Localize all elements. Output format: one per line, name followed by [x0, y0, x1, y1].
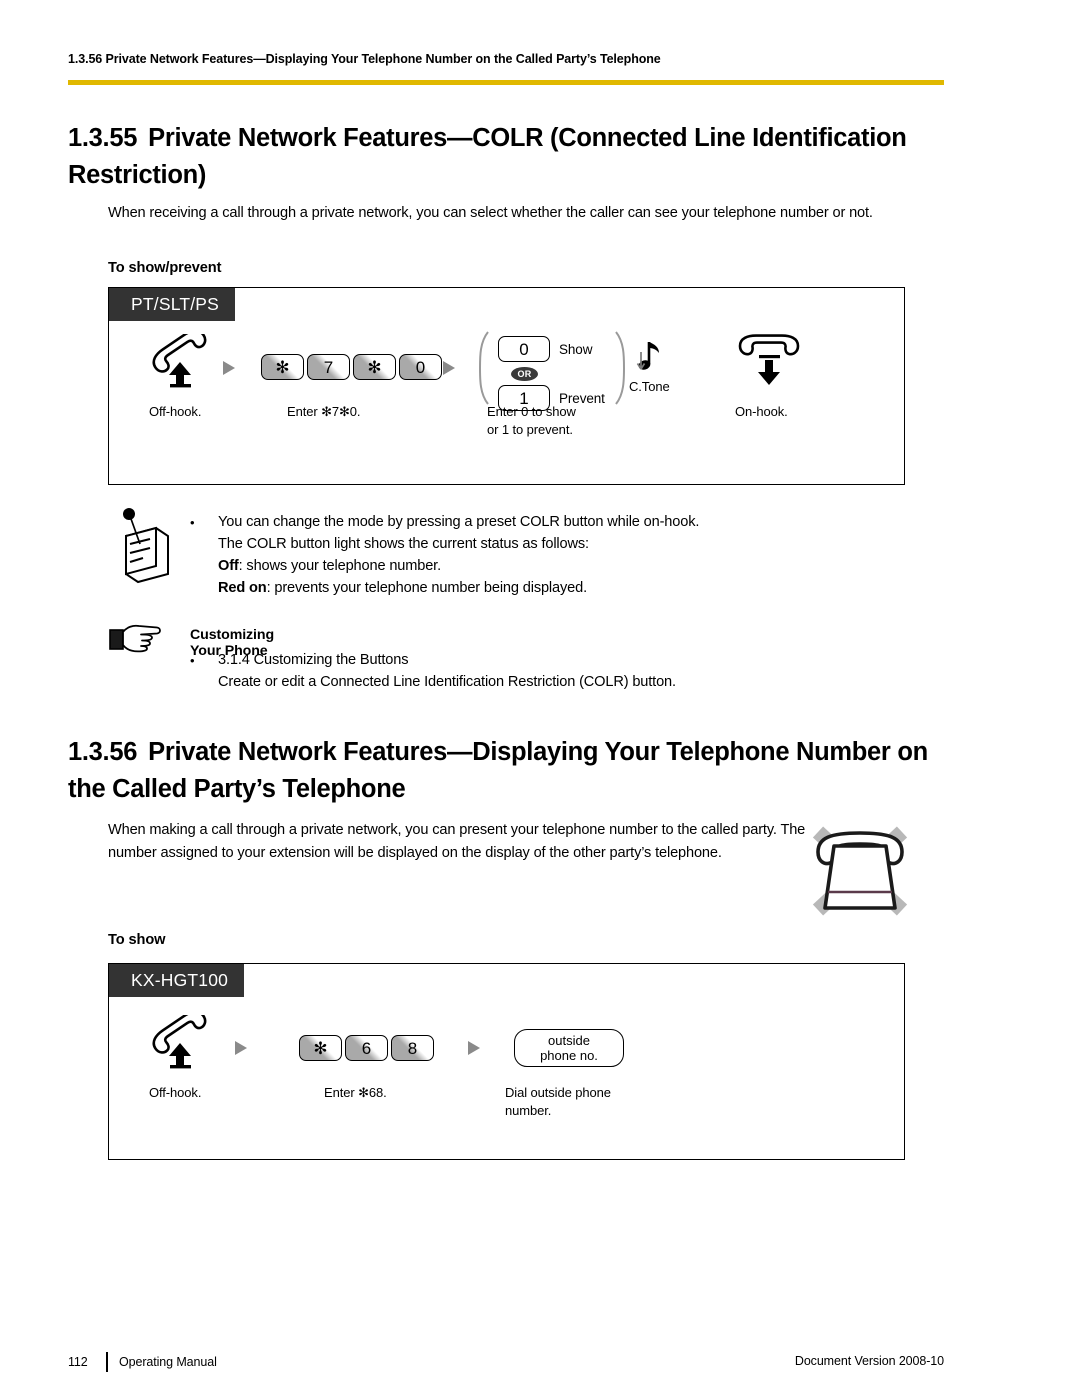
arrow-right-icon — [464, 1038, 484, 1063]
key-asterisk[interactable]: ✻ — [299, 1035, 342, 1061]
section-title: Private Network Features—Displaying Your… — [68, 738, 928, 803]
note-line-1: You can change the mode by pressing a pr… — [218, 514, 700, 530]
arrow-right-icon — [231, 1038, 251, 1063]
document-version: Document Version 2008-10 — [794, 1354, 944, 1368]
document-page: 1.3.56 Private Network Features—Displayi… — [0, 0, 1080, 1397]
key-asterisk-2[interactable]: ✻ — [353, 354, 396, 380]
customizing-detail: Create or edit a Connected Line Identifi… — [218, 674, 676, 690]
procedure-tab-label: KX-HGT100 — [109, 964, 245, 997]
step-caption-onhook: On-hook. — [735, 404, 788, 419]
note-status-red-text: : prevents your telephone number being d… — [266, 580, 588, 596]
customizing-item[interactable]: 3.1.4 Customizing the Buttons — [218, 649, 918, 672]
step-caption-offhook: Off-hook. — [149, 1085, 202, 1100]
onhook-handset-icon — [734, 334, 804, 395]
note-status-red: Red on: prevents your telephone number b… — [218, 577, 918, 600]
step-caption-dial-outside: Dial outside phone number. — [505, 1085, 611, 1118]
offhook-handset-icon — [149, 329, 219, 394]
footer-divider — [106, 1352, 108, 1372]
arrow-right-icon — [219, 358, 239, 383]
key-option-0[interactable]: 0 — [498, 336, 550, 362]
option-label-show: Show — [559, 341, 593, 357]
section-heading-1356: 1.3.56 Private Network Features—Displayin… — [68, 734, 958, 808]
subheading-to-show-prevent: To show/prevent — [108, 260, 222, 276]
note-status-red-label: Red on — [218, 580, 267, 596]
key-0[interactable]: 0 — [399, 354, 442, 380]
step-caption-enter-option: Enter 0 to show or 1 to prevent. — [487, 404, 576, 437]
note-pad-icon — [116, 508, 174, 589]
offhook-handset-icon — [149, 1010, 219, 1075]
key-7[interactable]: 7 — [307, 354, 350, 380]
note-status-off: Off: shows your telephone number. — [218, 555, 918, 578]
pointing-hand-icon — [108, 622, 164, 661]
subheading-to-show: To show — [108, 932, 166, 948]
running-header: 1.3.56 Private Network Features—Displayi… — [68, 52, 661, 66]
option-group-brace-right-icon — [613, 330, 629, 411]
section-title: Private Network Features—COLR (Connected… — [68, 124, 907, 189]
outside-number-box-icon[interactable]: outside phone no. — [514, 1029, 624, 1067]
key-6[interactable]: 6 — [345, 1035, 388, 1061]
section-number: 1.3.56 — [68, 738, 138, 766]
procedure-tab-label: PT/SLT/PS — [109, 288, 236, 321]
step-caption-enter-code: Enter ✻68. — [324, 1085, 387, 1100]
manual-name: Operating Manual — [119, 1355, 217, 1369]
section-intro-1356: When making a call through a private net… — [108, 822, 806, 861]
step-caption-enter-code: Enter ✻7✻0. — [287, 404, 361, 419]
procedure-box-pt-slt-ps: PT/SLT/PS Off-hook. ✻ 7 ✻ 0 Enter ✻7✻0. — [108, 287, 905, 485]
outside-box-line-2: phone no. — [540, 1048, 598, 1063]
confirmation-tone-label: C.Tone — [629, 379, 670, 394]
page-number: 112 — [68, 1355, 88, 1369]
key-8[interactable]: 8 — [391, 1035, 434, 1061]
footer-left: 112 Operating Manual — [68, 1352, 217, 1372]
section-heading-1355: 1.3.55 Private Network Features—COLR (Con… — [68, 120, 958, 194]
section-number: 1.3.55 — [68, 124, 138, 152]
header-rule — [68, 80, 944, 85]
telephone-unavailable-icon — [800, 822, 920, 925]
key-asterisk-1[interactable]: ✻ — [261, 354, 304, 380]
section-intro-1355: When receiving a call through a private … — [108, 205, 873, 221]
option-group-brace-left-icon — [475, 330, 491, 411]
note-status-off-text: : shows your telephone number. — [238, 558, 442, 574]
or-badge: OR — [511, 367, 538, 381]
confirmation-tone-icon — [632, 338, 666, 383]
dial-keys-icon: ✻ 7 ✻ 0 — [261, 354, 442, 380]
note-line-2: The COLR button light shows the current … — [218, 536, 589, 552]
arrow-right-icon — [439, 358, 459, 383]
dial-keys-icon: ✻ 6 8 — [299, 1035, 434, 1061]
option-row-show: 0 Show — [498, 336, 592, 362]
note-bullet: • — [190, 515, 195, 530]
customizing-bullet: • — [190, 653, 195, 668]
step-caption-offhook: Off-hook. — [149, 404, 202, 419]
note-status-off-label: Off — [218, 558, 239, 574]
procedure-box-kx-hgt100: KX-HGT100 Off-hook. ✻ 6 8 Enter ✻68. out… — [108, 963, 905, 1160]
outside-box-line-1: outside — [548, 1032, 590, 1048]
